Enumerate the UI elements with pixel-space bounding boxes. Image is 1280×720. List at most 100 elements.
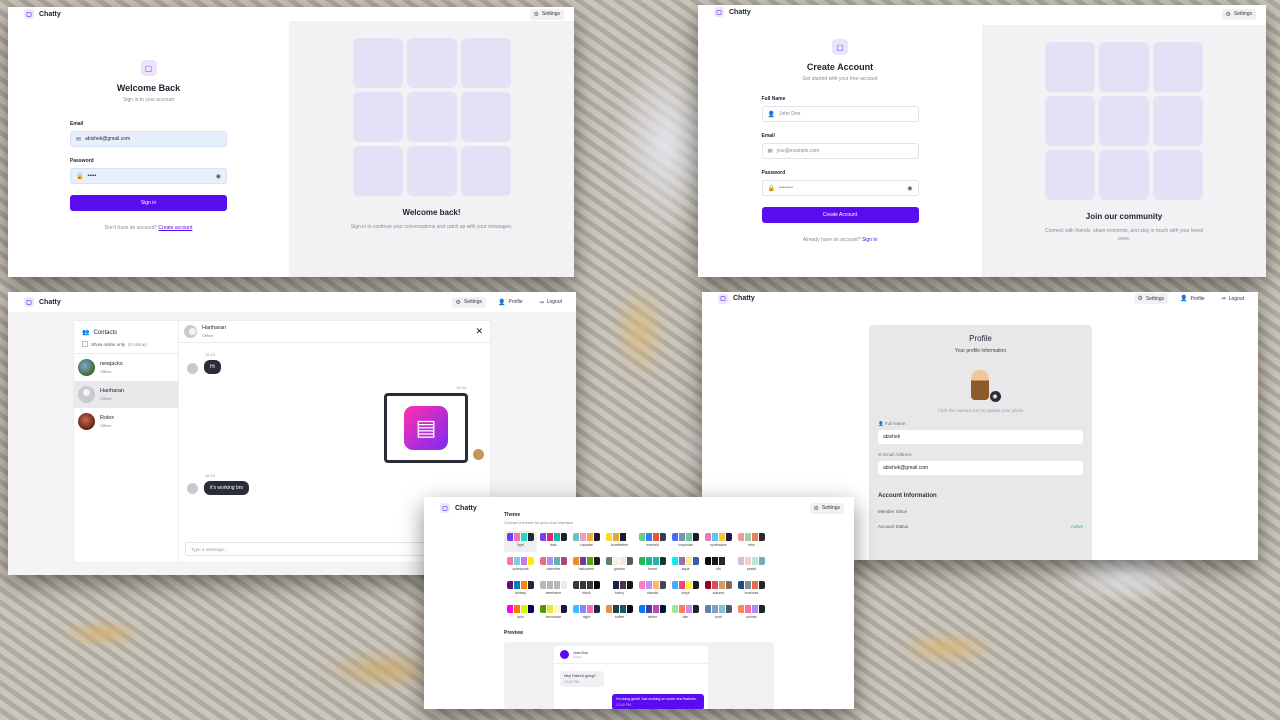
create-account-link[interactable]: Create account xyxy=(158,225,192,231)
page-title: Create Account xyxy=(806,62,874,72)
brand-name: Chatty xyxy=(39,10,61,18)
theme-swatch[interactable]: lemonade xyxy=(537,603,570,624)
avatar xyxy=(184,325,197,338)
theme-swatch[interactable]: nord xyxy=(702,603,735,624)
chat-app-icon: ▤ xyxy=(404,406,448,450)
theme-swatch[interactable]: acid xyxy=(504,603,537,624)
theme-swatch[interactable]: cyberpunk xyxy=(504,555,537,576)
gear-icon: ⚙ xyxy=(813,505,819,512)
avatar xyxy=(473,449,484,460)
email-value: abishek@gmail.com xyxy=(878,461,1083,475)
profile-button[interactable]: 👤 Profile xyxy=(1176,293,1209,304)
promo-title: Welcome back! xyxy=(402,208,461,217)
theme-swatch[interactable]: forest xyxy=(636,555,669,576)
online-only-checkbox[interactable] xyxy=(82,341,88,347)
theme-colors xyxy=(540,581,567,589)
theme-swatch[interactable]: pastel xyxy=(735,555,768,576)
theme-swatch[interactable]: emerald xyxy=(636,531,669,552)
lock-icon: 🔒 xyxy=(767,185,775,192)
email-field[interactable]: ✉ you@example.com xyxy=(761,143,919,159)
theme-swatch[interactable]: synthwave xyxy=(702,531,735,552)
theme-title: Theme xyxy=(504,512,521,518)
theme-colors xyxy=(606,557,633,565)
settings-button[interactable]: ⚙ Settings xyxy=(1133,293,1168,304)
theme-name: corporate xyxy=(678,543,693,547)
theme-name: nord xyxy=(714,615,722,619)
theme-colors xyxy=(639,581,666,589)
email-field[interactable]: ✉ abishek@gmail.com xyxy=(70,131,227,147)
theme-swatch[interactable]: bumblebee xyxy=(603,531,636,552)
contact-item[interactable]: newjacks Offline xyxy=(74,354,178,381)
login-window: ▢ Chatty ⚙ Settings ▢ Welcome Back Sign … xyxy=(8,7,574,277)
profile-button[interactable]: 👤 Profile xyxy=(494,297,527,308)
brand-name: Chatty xyxy=(455,504,477,512)
brand[interactable]: ▢ Chatty xyxy=(714,7,751,17)
theme-colors xyxy=(606,605,633,613)
theme-swatch[interactable]: corporate xyxy=(669,531,702,552)
settings-button[interactable]: ⚙ Settings xyxy=(529,8,564,20)
settings-button[interactable]: ⚙ Settings xyxy=(451,296,486,308)
avatar xyxy=(187,483,198,494)
page-title: Welcome Back xyxy=(116,83,181,93)
theme-swatch[interactable]: sunset xyxy=(735,603,768,624)
logout-button[interactable]: ⇥ Logout xyxy=(1217,293,1248,304)
eye-icon[interactable]: ◉ xyxy=(216,173,221,180)
theme-swatch[interactable]: retro xyxy=(735,531,768,552)
theme-swatch[interactable]: cupcake xyxy=(570,531,603,552)
page-subtitle: Sign in to your account xyxy=(123,97,174,103)
create-account-button[interactable]: Create Account xyxy=(761,207,919,223)
close-icon[interactable]: ✕ xyxy=(475,326,483,337)
theme-swatch[interactable]: valentine xyxy=(537,555,570,576)
gear-icon: ⚙ xyxy=(1137,296,1143,302)
camera-icon[interactable]: ◉ xyxy=(989,391,1001,402)
brand-name: Chatty xyxy=(733,295,755,302)
theme-swatch[interactable]: autumn xyxy=(702,579,735,600)
theme-swatch[interactable]: light xyxy=(504,531,537,552)
gear-icon: ⚙ xyxy=(455,299,461,306)
full-name-field[interactable]: 👤 John Doe xyxy=(761,106,919,122)
theme-name: bumblebee xyxy=(610,543,629,547)
theme-swatch[interactable]: luxury xyxy=(603,579,636,600)
eye-icon[interactable]: ◉ xyxy=(907,185,912,192)
theme-swatch[interactable]: dim xyxy=(669,603,702,624)
brand[interactable]: ▢ Chatty xyxy=(718,293,755,304)
theme-swatch[interactable]: dracula xyxy=(636,579,669,600)
theme-swatch[interactable]: wireframe xyxy=(537,579,570,600)
top-navbar: ▢ Chatty ⚙ Settings 👤 Profile ⇥ Logout xyxy=(702,292,1258,305)
theme-settings: Theme Choose a theme for your chat inter… xyxy=(504,512,774,709)
theme-swatch[interactable]: cmyk xyxy=(669,579,702,600)
sign-in-link[interactable]: Sign in xyxy=(862,237,877,243)
online-only-toggle[interactable]: Show online only (0 online) xyxy=(82,341,170,347)
chat-logo-icon: ▢ xyxy=(24,9,34,19)
settings-button[interactable]: ⚙ Settings xyxy=(1221,8,1256,20)
sign-in-button[interactable]: Sign in xyxy=(70,195,227,211)
brand[interactable]: ▢ Chatty xyxy=(24,297,61,307)
theme-swatch[interactable]: garden xyxy=(603,555,636,576)
theme-colors xyxy=(639,557,666,565)
image-message[interactable]: ▤ xyxy=(384,393,468,463)
theme-name: lofi xyxy=(716,567,721,571)
password-field[interactable]: 🔒 ••••• ◉ xyxy=(70,168,227,184)
theme-swatch[interactable]: aqua xyxy=(669,555,702,576)
theme-swatch[interactable]: fantasy xyxy=(504,579,537,600)
logout-button[interactable]: ⇥ Logout xyxy=(535,297,566,308)
brand[interactable]: ▢ Chatty xyxy=(24,9,61,19)
contact-item[interactable]: Hariharan Offline xyxy=(74,381,178,408)
theme-swatch[interactable]: black xyxy=(570,579,603,600)
theme-swatch[interactable]: dark xyxy=(537,531,570,552)
brand-name: Chatty xyxy=(39,298,61,306)
settings-button[interactable]: ⚙ Settings xyxy=(809,502,844,514)
theme-name: black xyxy=(582,591,591,595)
password-field[interactable]: 🔒 •••••••• ◉ xyxy=(761,180,919,196)
name-label: 👤 Full Name xyxy=(878,421,906,426)
theme-swatch[interactable]: lofi xyxy=(702,555,735,576)
theme-swatch[interactable]: coffee xyxy=(603,603,636,624)
email-label: Email xyxy=(70,121,84,127)
theme-swatch[interactable]: business xyxy=(735,579,768,600)
contact-item[interactable]: Rolex Offline xyxy=(74,408,178,435)
theme-swatch[interactable]: winter xyxy=(636,603,669,624)
brand[interactable]: ▢ Chatty xyxy=(440,503,477,513)
theme-name: halloween xyxy=(578,567,595,571)
theme-swatch[interactable]: halloween xyxy=(570,555,603,576)
theme-swatch[interactable]: night xyxy=(570,603,603,624)
